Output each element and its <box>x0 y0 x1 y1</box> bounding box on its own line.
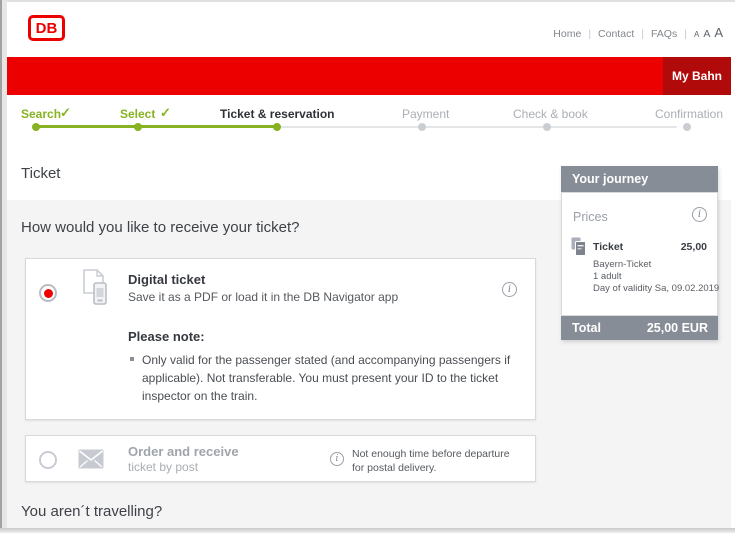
delivery-question: How would you like to receive your ticke… <box>21 219 300 236</box>
note-text: Only valid for the passenger stated (and… <box>142 353 511 403</box>
nav-home[interactable]: Home <box>553 28 581 40</box>
progress-dot-payment <box>418 122 426 131</box>
journey-item-detail: Bayern-Ticket <box>593 259 652 270</box>
step-payment: Payment <box>402 107 450 121</box>
postal-ticket-radio <box>39 451 57 469</box>
brand-bar <box>7 57 731 95</box>
digital-ticket-subtitle: Save it as a PDF or load it in the DB Na… <box>128 290 399 304</box>
nav-separator: | <box>641 28 644 40</box>
postal-ticket-subtitle: ticket by post <box>128 460 199 474</box>
journey-panel-body: Prices i Ticket 25,00 Bayern-Ticket 1 ad… <box>561 192 720 316</box>
postal-ticket-card: Order and receive ticket by post i Not e… <box>25 435 536 482</box>
envelope-icon <box>78 449 104 474</box>
tickets-icon <box>571 237 586 261</box>
journey-item-price: 25,00 <box>680 241 707 253</box>
digital-ticket-card: Digital ticket Save it as a PDF or load … <box>25 258 536 420</box>
journey-item-label: Ticket <box>593 241 624 253</box>
radio-dot <box>43 288 53 298</box>
font-size-medium-button[interactable]: A <box>703 28 710 40</box>
page-title: Ticket <box>21 165 61 182</box>
check-icon: ✓ <box>160 105 171 120</box>
digital-ticket-icon <box>83 269 107 310</box>
window-bottom-shadow <box>0 528 735 533</box>
nav-separator: | <box>684 28 687 40</box>
bullet-icon <box>130 357 134 361</box>
step-confirmation: Confirmation <box>655 107 724 121</box>
my-bahn-button[interactable]: My Bahn <box>663 57 731 95</box>
postal-info-text: Not enough time before departure for pos… <box>352 448 510 474</box>
total-label: Total <box>572 321 601 335</box>
journey-item-detail: 1 adult <box>593 271 622 282</box>
font-size-large-button[interactable]: A <box>714 25 723 40</box>
step-check-book: Check & book <box>513 107 588 121</box>
progress-dot-check-book <box>543 122 551 131</box>
journey-panel: Your journey Prices i Ticket 25,00 Bayer… <box>561 166 720 340</box>
step-select[interactable]: Select <box>120 107 155 121</box>
progress-dot-select <box>134 122 142 131</box>
prices-label: Prices <box>573 210 608 224</box>
check-icon: ✓ <box>60 105 71 120</box>
font-size-small-button[interactable]: A <box>694 30 699 39</box>
step-ticket-reservation: Ticket & reservation <box>220 107 335 121</box>
progress-dot-search <box>32 122 40 131</box>
nav-faqs[interactable]: FAQs <box>651 28 677 40</box>
journey-total-bar: Total 25,00 EUR <box>561 316 718 340</box>
nav-contact[interactable]: Contact <box>598 28 634 40</box>
journey-panel-title: Your journey <box>561 166 718 192</box>
not-travelling-heading: You aren´t travelling? <box>21 503 163 520</box>
digital-ticket-title[interactable]: Digital ticket <box>128 272 205 287</box>
postal-ticket-title: Order and receive <box>128 444 239 459</box>
total-value: 25,00 EUR <box>646 321 708 335</box>
digital-ticket-radio[interactable] <box>39 284 57 302</box>
note-title: Please note: <box>128 329 205 344</box>
prices-info-icon[interactable]: i <box>692 207 707 222</box>
window-edge-top <box>7 0 735 2</box>
progress-dot-confirmation <box>683 122 691 131</box>
digital-ticket-info-icon[interactable]: i <box>502 282 517 297</box>
progress-line-done <box>36 125 278 128</box>
nav-separator: | <box>588 28 592 40</box>
postal-info-icon[interactable]: i <box>330 452 344 466</box>
progress-dot-ticket <box>273 122 281 131</box>
db-logo[interactable]: DB <box>28 15 65 41</box>
journey-item-detail: Day of validity Sa, 09.02.2019 <box>593 283 720 294</box>
step-search[interactable]: Search <box>21 107 61 121</box>
note-item: Only valid for the passenger stated (and… <box>128 351 530 405</box>
font-size-controls: A A A <box>694 25 723 40</box>
top-nav: Home | Contact | FAQs | A A A <box>553 25 723 40</box>
